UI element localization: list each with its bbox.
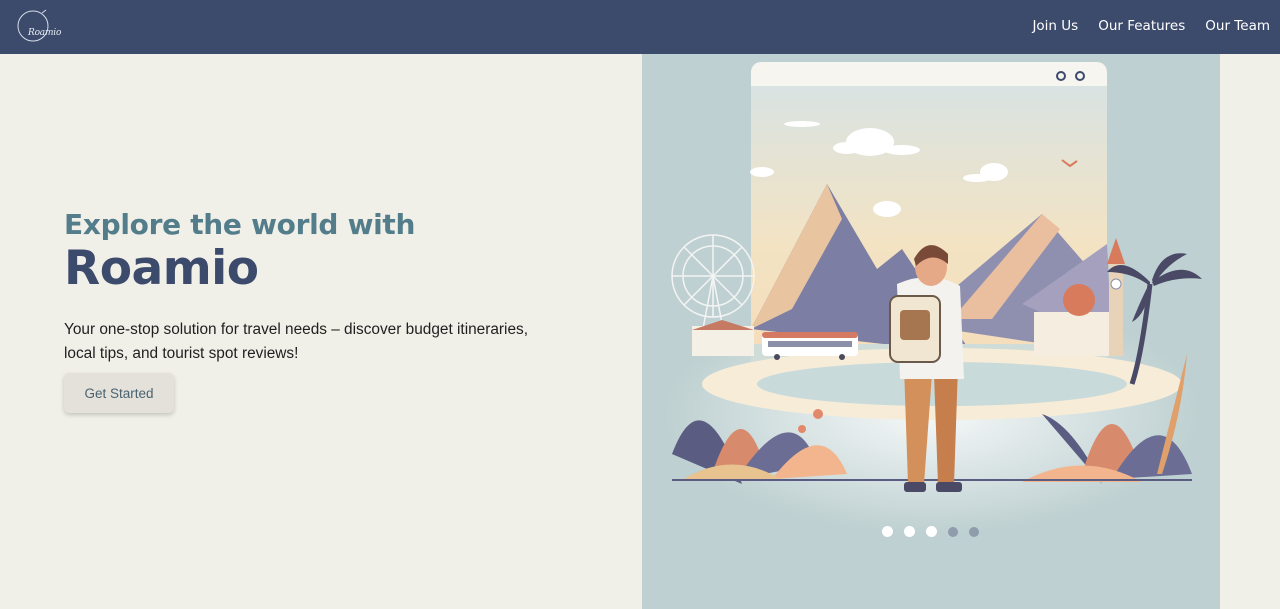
- carousel-dot-3[interactable]: [926, 526, 937, 537]
- carousel-dot-1[interactable]: [882, 526, 893, 537]
- get-started-button[interactable]: Get Started: [64, 373, 174, 413]
- hero-description: Your one-stop solution for travel needs …: [64, 321, 528, 362]
- hero-section: Explore the world with Roamio Your one-s…: [64, 208, 584, 366]
- hero-illustration-carousel: [642, 54, 1220, 609]
- nav-our-team[interactable]: Our Team: [1205, 18, 1270, 34]
- navbar: Roamio Join Us Our Features Our Team: [0, 0, 1280, 54]
- logo-wordmark: Roamio: [28, 28, 62, 38]
- carousel-indicators: [882, 526, 979, 537]
- nav-links: Join Us Our Features Our Team: [1032, 18, 1270, 34]
- carousel-dot-5[interactable]: [969, 526, 979, 537]
- carousel-dot-2[interactable]: [904, 526, 915, 537]
- hero-heading: Roamio: [64, 241, 259, 296]
- hero-subheading: Explore the world with: [64, 208, 416, 241]
- nav-join-us[interactable]: Join Us: [1032, 18, 1078, 34]
- nav-our-features[interactable]: Our Features: [1098, 18, 1185, 34]
- roamio-logo[interactable]: Roamio: [13, 9, 61, 43]
- carousel-dot-4[interactable]: [948, 526, 958, 537]
